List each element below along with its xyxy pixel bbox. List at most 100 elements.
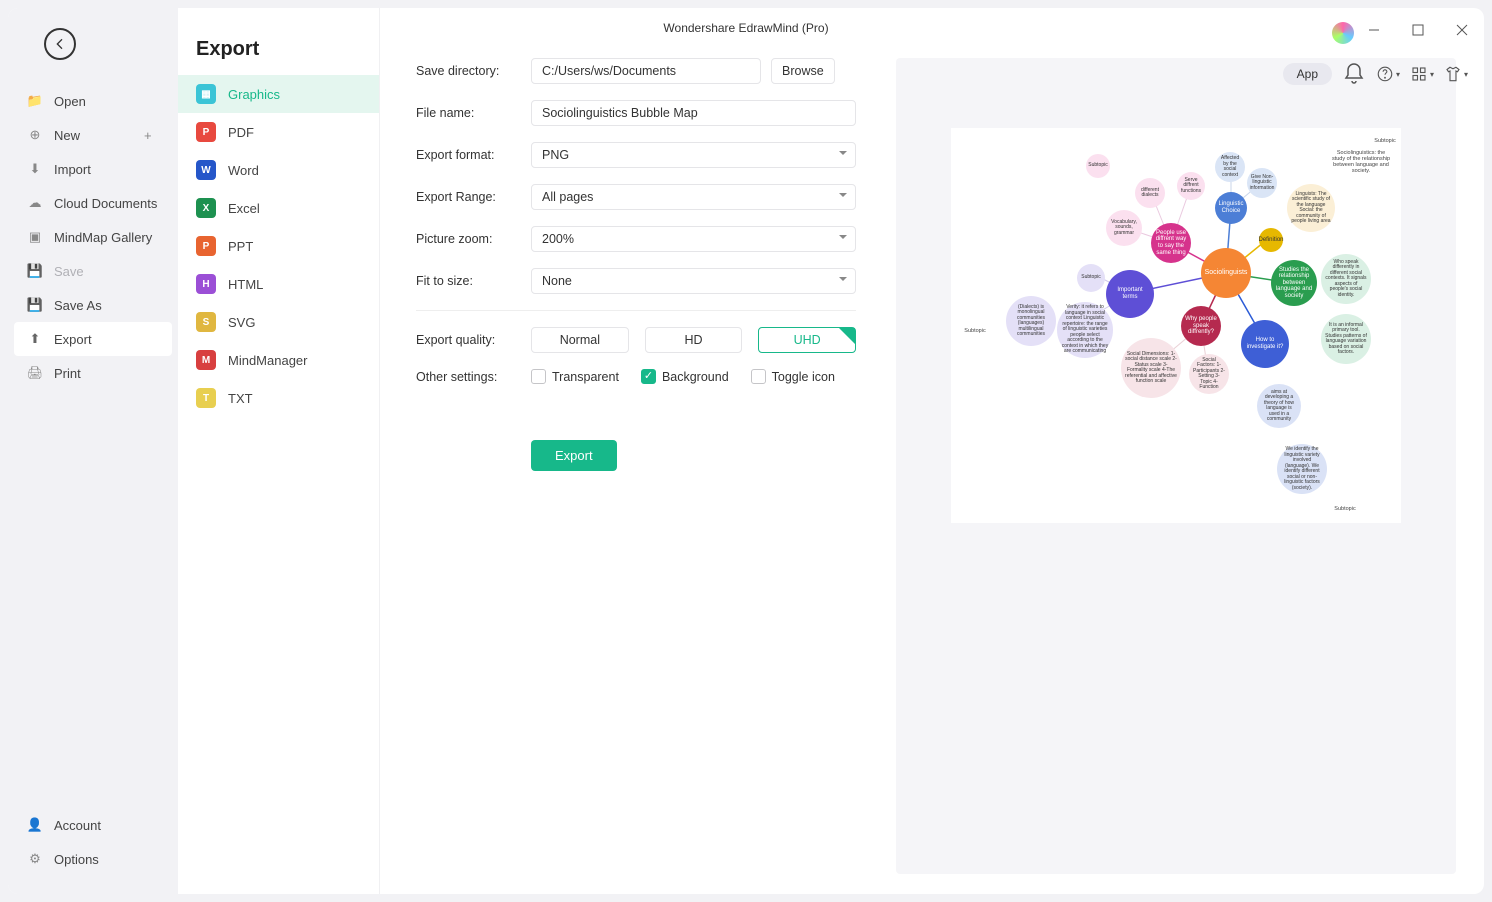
shirt-icon[interactable]: ▾ (1444, 62, 1468, 86)
bubble-linguistic: Linguistic Choice (1215, 192, 1247, 224)
range-label: Export Range: (416, 190, 531, 204)
bubble-green: Studies the relationship between languag… (1271, 260, 1317, 306)
fmt-txt[interactable]: TTXT (178, 379, 379, 417)
ppt-icon: P (196, 236, 216, 256)
bubble-func: Serve diffrent functions (1177, 172, 1205, 200)
bubble-subtopic1: Subtopic (1086, 154, 1110, 178)
save-dir-label: Save directory: (416, 64, 531, 78)
browse-button[interactable]: Browse (771, 58, 835, 84)
bubble-who: Who speak differently in different socia… (1321, 254, 1371, 304)
gallery-icon: ▣ (26, 228, 44, 246)
txt-sub4: Subtopic (961, 328, 989, 334)
fmt-svg[interactable]: SSVG (178, 303, 379, 341)
nav-save: 💾Save (8, 254, 178, 288)
bubble-vocab: Vocabulary, sounds, grammar (1106, 210, 1142, 246)
mm-icon: M (196, 350, 216, 370)
help-icon[interactable]: ▾ (1376, 62, 1400, 86)
nav-account[interactable]: 👤Account (8, 808, 178, 842)
fmt-excel[interactable]: XExcel (178, 189, 379, 227)
bubble-linginfo: Give Non-linguistic information (1247, 168, 1277, 198)
nav-gallery[interactable]: ▣MindMap Gallery (8, 220, 178, 254)
grid-icon[interactable]: ▾ (1410, 62, 1434, 86)
print-icon: 🖨 (26, 364, 44, 382)
fit-label: Fit to size: (416, 274, 531, 288)
nav-print[interactable]: 🖨Print (8, 356, 178, 390)
nav-new[interactable]: ⊕New+ (8, 118, 178, 152)
fmt-word[interactable]: WWord (178, 151, 379, 189)
bubble-linguists: Linguists: The scientific study of the l… (1287, 184, 1335, 232)
fmt-graphics[interactable]: ▦Graphics (178, 75, 379, 113)
bubble-affect: Affected by the social context (1215, 152, 1245, 182)
bubble-social: Social Dimensions: 1-social distance sca… (1121, 338, 1181, 398)
preview-image: Sociolinguists Studies the relationship … (951, 128, 1401, 523)
export-icon: ⬆ (26, 330, 44, 348)
range-select[interactable]: All pages (531, 184, 856, 210)
other-label: Other settings: (416, 370, 531, 384)
bubble-dialects: different dialects (1135, 178, 1165, 208)
format-select[interactable]: PNG (531, 142, 856, 168)
gear-icon: ⚙ (26, 850, 44, 868)
preview-panel: Sociolinguists Studies the relationship … (896, 58, 1456, 874)
save-dir-input[interactable] (531, 58, 761, 84)
txt-sub5: Subtopic (1331, 506, 1359, 512)
background-checkbox[interactable]: Background (641, 369, 729, 384)
nav-saveas[interactable]: 💾Save As (8, 288, 178, 322)
sidebar-primary: 📁Open ⊕New+ ⬇Import ☁Cloud Documents ▣Mi… (8, 8, 178, 894)
bell-icon[interactable] (1342, 62, 1366, 86)
bubble-dialects2: (Dialects) is monolingual communities (l… (1006, 296, 1056, 346)
toolbar-right: App ▾ ▾ ▾ (1283, 62, 1468, 86)
export-button[interactable]: Export (531, 440, 617, 471)
toggle-icon-checkbox[interactable]: Toggle icon (751, 369, 835, 384)
bubble-identify: We identify the linguistic variety invol… (1277, 444, 1327, 494)
fmt-pdf[interactable]: PPDF (178, 113, 379, 151)
bubble-magenta: People use diffrent way to say the same … (1151, 223, 1191, 263)
format-label: Export format: (416, 148, 531, 162)
app-chip[interactable]: App (1283, 63, 1332, 85)
nav-export[interactable]: ⬆Export (14, 322, 172, 356)
txt-sub3: Subtopic (1371, 138, 1399, 144)
divider (416, 310, 856, 311)
quality-label: Export quality: (416, 333, 531, 347)
plus-icon[interactable]: + (144, 128, 160, 143)
plus-circle-icon: ⊕ (26, 126, 44, 144)
import-icon: ⬇ (26, 160, 44, 178)
zoom-label: Picture zoom: (416, 232, 531, 246)
bubble-yellow: Definition (1259, 228, 1283, 252)
bubble-subtopic: Subtopic (1077, 264, 1105, 292)
nav-open[interactable]: 📁Open (8, 84, 178, 118)
quality-normal[interactable]: Normal (531, 327, 629, 353)
app-title: Wondershare EdrawMind (Pro) (663, 21, 828, 35)
titlebar: Wondershare EdrawMind (Pro) (8, 8, 1484, 48)
save-icon: 💾 (26, 262, 44, 280)
filename-label: File name: (416, 106, 531, 120)
saveas-icon: 💾 (26, 296, 44, 314)
transparent-checkbox[interactable]: Transparent (531, 369, 619, 384)
quality-hd[interactable]: HD (645, 327, 743, 353)
cloud-icon: ☁ (26, 194, 44, 212)
bubble-purple: Important terms (1106, 270, 1154, 318)
bubble-royal: How to investigate it? (1241, 320, 1289, 368)
quality-uhd[interactable]: UHD (758, 327, 856, 353)
fit-select[interactable]: None (531, 268, 856, 294)
txt-icon: T (196, 388, 216, 408)
filename-input[interactable] (531, 100, 856, 126)
word-icon: W (196, 160, 216, 180)
bubble-verity: Verity: it refers to language in social … (1057, 302, 1113, 358)
fmt-mindmanager[interactable]: MMindManager (178, 341, 379, 379)
svg-icon: S (196, 312, 216, 332)
fmt-html[interactable]: HHTML (178, 265, 379, 303)
excel-icon: X (196, 198, 216, 218)
folder-icon: 📁 (26, 92, 44, 110)
export-form: Save directory: Browse File name: Export… (416, 58, 856, 874)
user-icon: 👤 (26, 816, 44, 834)
fmt-ppt[interactable]: PPPT (178, 227, 379, 265)
pdf-icon: P (196, 122, 216, 142)
main-content: Save directory: Browse File name: Export… (380, 8, 1484, 894)
zoom-select[interactable]: 200% (531, 226, 856, 252)
nav-import[interactable]: ⬇Import (8, 152, 178, 186)
bubble-aims: aims at developing a theory of how langu… (1257, 384, 1301, 428)
nav-options[interactable]: ⚙Options (8, 842, 178, 876)
bubble-factors: Social Factors: 1-Participants 2-Setting… (1189, 354, 1229, 394)
sidebar-formats: Export ▦Graphics PPDF WWord XExcel PPPT … (178, 8, 380, 894)
nav-cloud[interactable]: ☁Cloud Documents (8, 186, 178, 220)
